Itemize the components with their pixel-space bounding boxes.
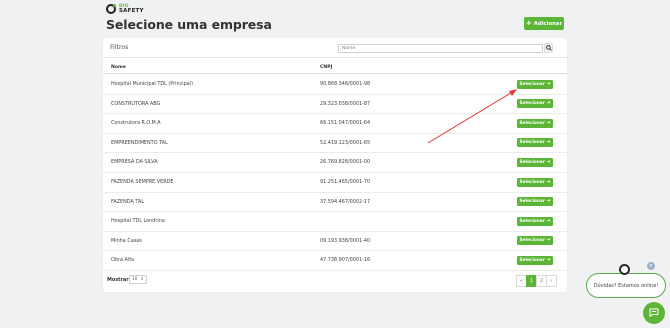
company-list-card: Filtros Nome CNPJ Hospital Municipal TDL… [103,38,567,292]
arrow-right-icon: ➜ [546,257,551,263]
select-button-label: Selecionar [519,120,545,126]
arrow-right-icon: ➜ [546,159,551,165]
company-name: Hospital Municipal TDL (Principal) [111,81,194,87]
select-company-button[interactable]: Selecionar ➜ [517,255,553,265]
arrow-right-icon: ➜ [546,238,551,244]
company-cnpj: 47.738.907/0001-16 [320,257,371,264]
pagination: « 1 2 › [516,275,557,287]
select-arrows-icon: ⇕ [140,277,144,282]
company-cnpj: 52.419.123/0001-65 [320,139,371,146]
select-company-button[interactable]: Selecionar ➜ [517,157,553,167]
select-button-label: Selecionar [519,238,545,244]
arrow-right-icon: ➜ [546,81,551,87]
table-row: FAZENDA TAL 37.594.467/0002-17 Selecionar ➜ [103,193,567,213]
chat-avatar-icon [619,264,630,275]
select-company-button[interactable]: Selecionar ➜ [517,79,553,89]
chat-message-bubble[interactable]: Dúvidas? Estamos online! [586,273,666,298]
logo-text: DIO SAFETY [119,4,144,14]
arrow-right-icon: ➜ [546,120,551,126]
table-row: FAZENDA SEMPRE VERDE 91.251.465/0001-70 Se… [103,173,567,193]
company-name: Construtora R.O.M.A [111,120,161,127]
filters-title: Filtros [110,44,129,51]
select-button-label: Selecionar [519,179,545,185]
page-title: Selecione uma empresa [106,17,272,32]
chat-icon [649,308,659,317]
per-page-select[interactable]: 10 ⇕ [129,275,147,284]
select-button-label: Selecionar [519,101,545,107]
company-name: EMPREENDIMENTO TAL [111,139,168,146]
company-name: FAZENDA SEMPRE VERDE [111,179,174,185]
per-page-value: 10 [132,277,138,282]
table-row: CONSTRUTORA ABG 29.323.038/0001-87 Selecio… [103,95,567,115]
select-company-button[interactable]: Selecionar ➜ [517,177,553,187]
table-row: Construtora R.O.M.A 66.151.047/0001-64 Sel… [103,114,567,134]
arrow-right-icon: ➜ [546,199,551,205]
logo: DIO SAFETY [106,4,144,14]
company-name: Minha Casas [111,237,142,244]
company-name: EMPRESA DA SILVA [111,159,158,166]
select-button-label: Selecionar [519,199,545,205]
arrow-right-icon: ➜ [546,101,551,107]
select-button-label: Selecionar [519,140,545,146]
table-row: Minha Casas 09.193.938/0001-40 Selecionar ➜ [103,232,567,252]
company-cnpj: 90.868.348/0001-98 [320,81,371,87]
table-row: Hospital Municipal TDL (Principal) 90.868… [103,75,567,95]
company-cnpj: 09.193.938/0001-40 [320,237,371,244]
arrow-right-icon: ➜ [546,179,551,185]
select-button-label: Selecionar [519,159,545,165]
search-input[interactable] [338,44,543,53]
column-header-name: Nome [111,65,126,70]
select-company-button[interactable]: Selecionar ➜ [517,138,553,148]
table-row: EMPRESA DA SILVA 26.769.828/0001-00 Seleci… [103,153,567,173]
company-name: FAZENDA TAL [111,198,145,205]
close-icon[interactable]: × [647,262,655,270]
company-name: CONSTRUTORA ABG [111,100,161,107]
company-cnpj: 66.151.047/0001-64 [320,120,371,127]
header-divider [103,73,567,74]
table-row: Obra Alfa 47.738.907/0001-16 Selecionar ➜ [103,251,567,271]
search-button[interactable] [544,43,553,53]
plus-icon: + [525,19,532,27]
add-company-button[interactable]: + Adicionar [524,17,564,30]
table-row: EMPREENDIMENTO TAL 52.419.123/0001-65 Sele… [103,134,567,154]
company-cnpj: 91.251.465/0001-70 [320,179,371,185]
arrow-right-icon: ➜ [546,218,551,224]
table-row: Hospital TDL Londrina Selecionar ➜ [103,212,567,232]
show-label: Mostrar [107,277,129,283]
search-icon [545,45,552,51]
chat-button[interactable] [643,302,665,324]
company-name: Hospital TDL Londrina [111,218,165,225]
company-cnpj: 29.323.038/0001-87 [320,100,371,107]
company-name: Obra Alfa [111,257,134,264]
select-button-label: Selecionar [519,257,545,263]
pagination-next[interactable]: › [546,275,557,287]
column-header-cnpj: CNPJ [320,65,333,70]
company-cnpj: 37.594.467/0002-17 [320,198,371,205]
select-button-label: Selecionar [519,81,545,87]
select-company-button[interactable]: Selecionar ➜ [517,118,553,128]
arrow-right-icon: ➜ [546,140,551,146]
select-company-button[interactable]: Selecionar ➜ [517,216,553,226]
select-company-button[interactable]: Selecionar ➜ [517,236,553,246]
select-button-label: Selecionar [519,218,545,224]
filters-bar: Filtros [103,38,567,58]
logo-mark-icon [106,4,116,14]
company-cnpj: 26.769.828/0001-00 [320,159,371,166]
add-button-label: Adicionar [533,20,563,27]
select-company-button[interactable]: Selecionar ➜ [517,99,553,109]
select-company-button[interactable]: Selecionar ➜ [517,197,553,207]
